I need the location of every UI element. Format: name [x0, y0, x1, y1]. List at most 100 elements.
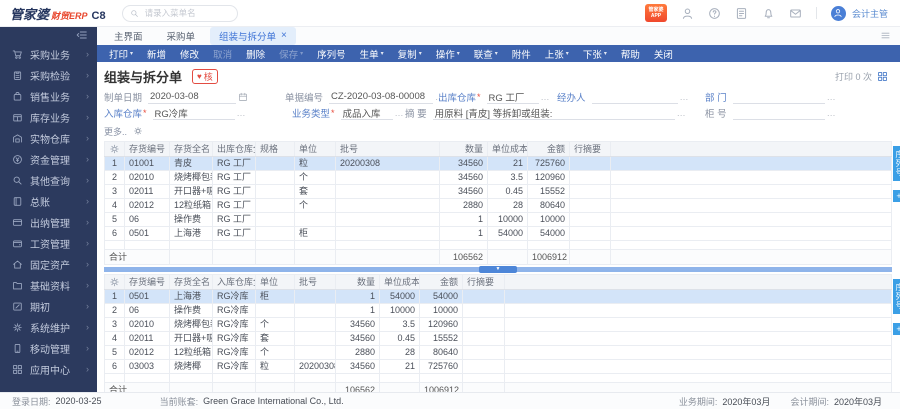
cell[interactable]: 34560 — [335, 331, 380, 346]
cell[interactable] — [294, 317, 336, 332]
table-row[interactable]: 302011开口器+吸管RG 工厂 套 345600.4515552 — [104, 184, 892, 199]
cell[interactable]: 03003 — [124, 359, 170, 374]
ellipsis-button[interactable]: … — [827, 92, 836, 102]
cell[interactable]: 套 — [294, 184, 336, 199]
cell[interactable]: 54000 — [379, 289, 420, 304]
cell[interactable]: 21 — [487, 156, 528, 171]
toolbar-item-7[interactable]: 序列号 — [310, 47, 353, 61]
cell[interactable] — [569, 184, 611, 199]
sidebar-item-16[interactable]: 应用中心 › — [0, 359, 97, 380]
collapse-menu-icon[interactable] — [76, 29, 88, 41]
table-row[interactable]: 5 02012 12粒纸箱 RG冷库个 2880 28 80640 — [104, 345, 892, 360]
cell[interactable]: 02012 — [124, 345, 170, 360]
sidebar-item-8[interactable]: 总账 › — [0, 191, 97, 212]
cell[interactable]: 28 — [379, 345, 420, 360]
sidebar-item-3[interactable]: 销售业务 › — [0, 86, 97, 107]
toolbar-item-13[interactable]: 上张 ▾ — [538, 47, 576, 61]
cell[interactable] — [569, 170, 611, 185]
cell[interactable]: RG冷库 — [212, 359, 256, 374]
ellipsis-button[interactable]: … — [541, 92, 550, 102]
field-input[interactable] — [591, 90, 678, 104]
toolbar-item-9[interactable]: 复制 ▾ — [391, 47, 429, 61]
toolbar-item-10[interactable]: 操作 ▾ — [429, 47, 467, 61]
cell[interactable]: 个 — [294, 170, 336, 185]
cell[interactable]: 28 — [487, 198, 528, 213]
cell[interactable]: 06 — [124, 303, 170, 318]
field-input[interactable]: CZ-2020-03-08-00008 — [329, 90, 434, 104]
cell[interactable]: 15552 — [527, 184, 570, 199]
cell[interactable]: 开口器+吸管 — [169, 331, 213, 346]
cell[interactable]: RG 工厂 — [212, 156, 256, 171]
toolbar-item-5[interactable]: 删除 — [239, 47, 272, 61]
ellipsis-button[interactable]: … — [827, 108, 836, 118]
cell[interactable]: 80640 — [419, 345, 463, 360]
cell[interactable]: 06 — [124, 212, 170, 227]
layout-icon[interactable] — [877, 71, 888, 82]
sidebar-item-13[interactable]: 期初 › — [0, 296, 97, 317]
ellipsis-button[interactable]: … — [677, 108, 686, 118]
cell[interactable]: 1 — [439, 212, 488, 227]
field-input[interactable] — [732, 90, 825, 104]
cell[interactable]: 20200308 — [294, 359, 336, 374]
cell[interactable]: RG 工厂 — [212, 212, 256, 227]
cell[interactable]: 12粒纸箱 — [169, 198, 213, 213]
cell[interactable]: 10000 — [419, 303, 463, 318]
cell[interactable]: 2880 — [439, 198, 488, 213]
cell[interactable] — [462, 317, 505, 332]
cell[interactable]: 青皮 — [169, 156, 213, 171]
toolbar-item-14[interactable]: 下张 ▾ — [576, 47, 614, 61]
sidebar-item-2[interactable]: 采购检验 › — [0, 65, 97, 86]
grid-settings-gear-icon[interactable] — [104, 141, 125, 157]
cell[interactable]: 烧烤椰包装袋 — [169, 317, 213, 332]
upper-side-plus-button[interactable]: + — [893, 190, 900, 202]
cell[interactable] — [335, 184, 440, 199]
cell[interactable]: 01001 — [124, 156, 170, 171]
table-row[interactable]: 302010烧烤椰包装袋RG冷库个 345603.5120960 — [104, 317, 892, 332]
search-input[interactable] — [142, 7, 219, 19]
toolbar-item-1[interactable]: 打印 ▾ — [102, 47, 140, 61]
table-row[interactable]: 1 01001 青皮 RG 工厂 粒 20200308 34560 21 725760 — [104, 156, 892, 171]
cell[interactable]: 上海港 — [169, 226, 213, 241]
calendar-icon[interactable] — [238, 92, 248, 102]
cell[interactable] — [255, 198, 295, 213]
cell[interactable]: 0501 — [124, 226, 170, 241]
cell[interactable] — [569, 156, 611, 171]
sidebar-item-4[interactable]: 库存业务 › — [0, 107, 97, 128]
table-row[interactable]: 202010烧烤椰包装袋RG 工厂 个 345603.5120960 — [104, 170, 892, 185]
cell[interactable]: 0.45 — [379, 331, 420, 346]
toolbar-item-16[interactable]: 关闭 — [647, 47, 680, 61]
cell[interactable] — [255, 184, 295, 199]
cell[interactable] — [462, 359, 505, 374]
tab-2[interactable]: 采购单 — [158, 27, 205, 45]
sidebar-item-15[interactable]: 移动管理 › — [0, 338, 97, 359]
cell[interactable]: 02011 — [124, 184, 170, 199]
cell[interactable]: 02010 — [124, 317, 170, 332]
cell[interactable]: 54000 — [419, 289, 463, 304]
cell[interactable]: 21 — [379, 359, 420, 374]
cell[interactable]: 个 — [294, 198, 336, 213]
cell[interactable]: 34560 — [439, 184, 488, 199]
cell[interactable]: RG冷库 — [212, 331, 256, 346]
grid-settings-gear-icon[interactable] — [104, 274, 125, 290]
table-row[interactable]: 4 02012 12粒纸箱 RG 工厂 个 2880 28 80640 — [104, 198, 892, 213]
cell[interactable]: 烧烤椰包装袋 — [169, 170, 213, 185]
cell[interactable]: 10000 — [379, 303, 420, 318]
cell[interactable] — [462, 345, 505, 360]
cell[interactable]: 15552 — [419, 331, 463, 346]
cell[interactable]: RG冷库 — [212, 317, 256, 332]
menu-search-box[interactable] — [121, 4, 238, 22]
cell[interactable]: 操作费 — [169, 303, 213, 318]
cell[interactable] — [569, 198, 611, 213]
cell[interactable]: 34560 — [335, 317, 380, 332]
bell-icon[interactable] — [762, 7, 775, 20]
field-input[interactable]: 2020-03-08 — [148, 90, 237, 104]
sidebar-item-6[interactable]: 资金管理 › — [0, 149, 97, 170]
table-row[interactable]: 5 06 操作费 RG 工厂 1 10000 10000 — [104, 212, 892, 227]
cell[interactable]: 54000 — [487, 226, 528, 241]
sidebar-item-9[interactable]: 出纳管理 › — [0, 212, 97, 233]
document-icon[interactable] — [735, 7, 748, 20]
sidebar-item-7[interactable]: 其他查询 › — [0, 170, 97, 191]
cell[interactable]: 02011 — [124, 331, 170, 346]
ellipsis-button[interactable]: … — [680, 92, 689, 102]
cell[interactable]: 3.5 — [487, 170, 528, 185]
